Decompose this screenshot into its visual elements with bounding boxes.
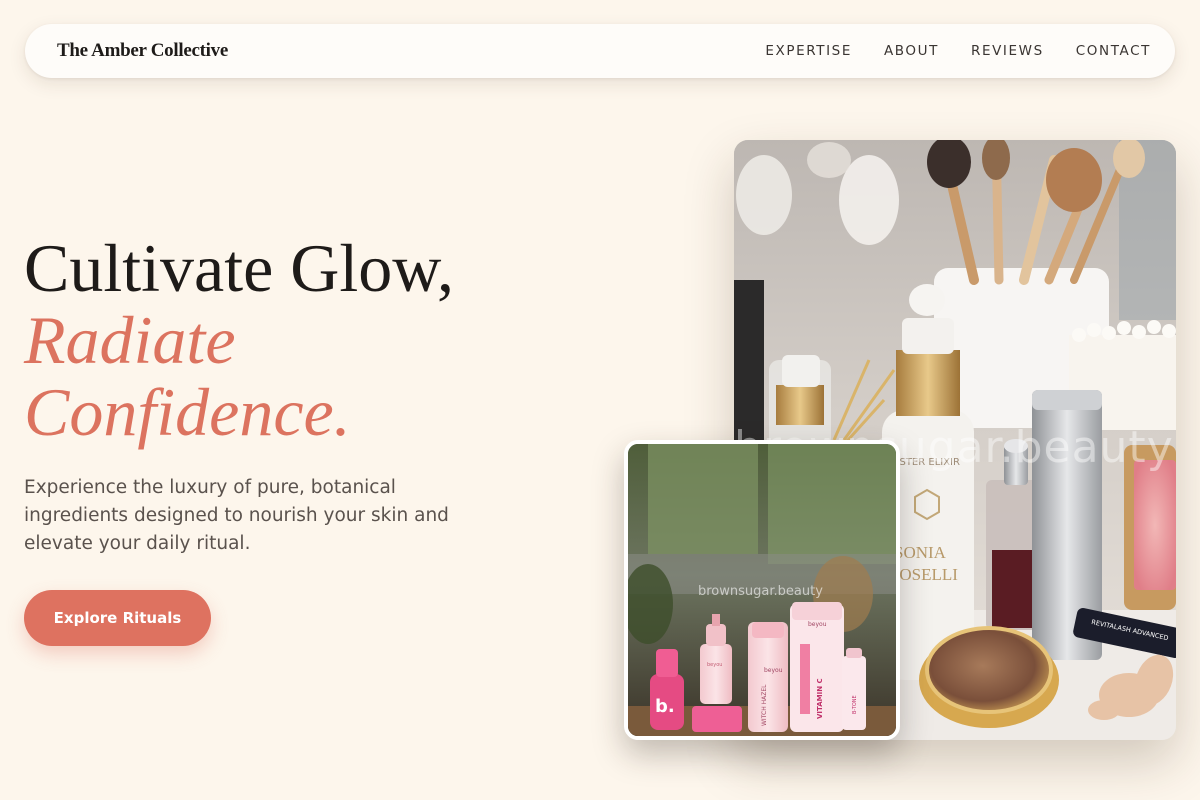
bottle-brand-line-1: SONIA bbox=[894, 543, 947, 562]
headline-line-2: Radiate bbox=[24, 302, 236, 378]
skincare-products-image: b. beyou beyou WITCH HAZEL beyou VITAMIN… bbox=[624, 440, 900, 740]
hero-section: Cultivate Glow, Radiate Confidence. Expe… bbox=[24, 232, 564, 558]
brand-witch-hazel-bottle: beyou bbox=[764, 667, 783, 674]
nav-link-reviews[interactable]: REVIEWS bbox=[971, 43, 1044, 59]
vitamin-c-brand: beyou bbox=[808, 621, 827, 628]
jar-letter: b. bbox=[655, 696, 675, 717]
nav-link-about[interactable]: ABOUT bbox=[884, 43, 939, 59]
brand-logo[interactable]: The Amber Collective bbox=[57, 40, 228, 62]
top-navbar: The Amber Collective EXPERTISE ABOUT REV… bbox=[25, 24, 1175, 78]
inset-image-watermark: brownsugar.beauty bbox=[698, 584, 823, 599]
hero-lead-text: Experience the luxury of pure, botanical… bbox=[24, 477, 449, 554]
witch-hazel-label: WITCH HAZEL bbox=[761, 684, 768, 726]
explore-rituals-button[interactable]: Explore Rituals bbox=[24, 590, 211, 646]
headline-line-3: Confidence. bbox=[24, 374, 351, 450]
nav-link-expertise[interactable]: EXPERTISE bbox=[765, 43, 852, 59]
vitamin-c-label: VITAMIN C bbox=[816, 678, 824, 719]
nav-links: EXPERTISE ABOUT REVIEWS CONTACT bbox=[765, 43, 1151, 59]
headline-line-1: Cultivate Glow, bbox=[24, 230, 454, 306]
b-tone-label: B-TONE bbox=[852, 695, 858, 714]
dropper-brand: beyou bbox=[707, 662, 722, 668]
nav-link-contact[interactable]: CONTACT bbox=[1076, 43, 1151, 59]
hero-headline: Cultivate Glow, Radiate Confidence. bbox=[24, 232, 564, 448]
